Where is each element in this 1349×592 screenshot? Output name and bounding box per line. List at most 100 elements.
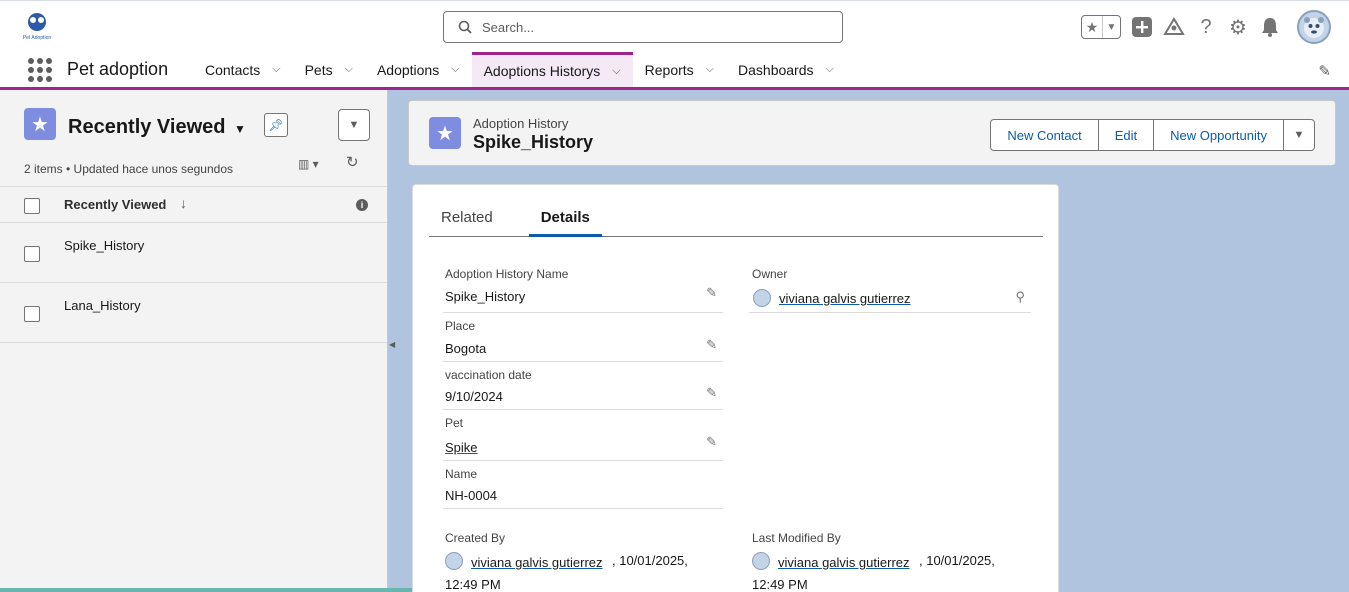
field-value: 9/10/2024 — [445, 389, 503, 404]
edit-button[interactable]: Edit — [1097, 119, 1155, 151]
list-item[interactable]: Spike_History — [0, 223, 387, 283]
list-item[interactable]: Lana_History — [0, 283, 387, 343]
app-name: Pet adoption — [67, 59, 169, 79]
nav-item-pets[interactable]: Pets ⌵ — [293, 52, 365, 87]
list-view-header: ★ Recently Viewed ▼ 📌︎ ▼ 2 items • Updat… — [0, 90, 387, 187]
split-view-list-panel: ★ Recently Viewed ▼ 📌︎ ▼ 2 items • Updat… — [0, 90, 388, 592]
new-opportunity-button[interactable]: New Opportunity — [1153, 119, 1284, 151]
row-checkbox[interactable] — [24, 306, 40, 322]
column-header-label[interactable]: Recently Viewed — [64, 197, 166, 212]
collapse-panel-icon[interactable]: ◀ — [389, 340, 395, 349]
last-modified-time: 12:49 PM — [752, 577, 808, 592]
select-all-checkbox[interactable] — [24, 198, 40, 214]
field-value: NH-0004 — [445, 488, 498, 503]
created-time: 12:49 PM — [445, 577, 501, 592]
nav-item-label[interactable]: Pets — [305, 62, 333, 78]
record-actions: New Contact Edit New Opportunity ▼ — [990, 119, 1315, 151]
created-by-link[interactable]: viviana galvis gutierrez — [471, 555, 603, 570]
owner-avatar — [753, 289, 771, 307]
list-column-header: Recently Viewed ↓ i — [0, 187, 387, 223]
list-item-label[interactable]: Lana_History — [64, 298, 141, 313]
list-view-controls-dropdown[interactable]: ▼ — [338, 109, 370, 141]
pet-adoption-logo[interactable]: Pet Adoption — [22, 11, 52, 41]
field-label: Owner — [752, 267, 788, 281]
pin-icon[interactable]: 📌︎ — [264, 113, 288, 137]
sort-arrow-down-icon[interactable]: ↓ — [180, 195, 187, 211]
chevron-down-icon[interactable]: ⌵ — [706, 63, 714, 76]
user-avatar[interactable] — [1297, 10, 1331, 44]
nav-item-label[interactable]: Dashboards — [738, 62, 814, 78]
tab-details[interactable]: Details — [528, 203, 602, 237]
pet-link[interactable]: Spike — [445, 440, 478, 455]
field-label: Pet — [445, 416, 464, 430]
nav-item-label[interactable]: Reports — [645, 62, 694, 78]
nav-item-contacts[interactable]: Contacts ⌵ — [193, 52, 293, 87]
tab-related[interactable]: Related — [429, 203, 505, 237]
pencil-icon[interactable]: ✎ — [706, 337, 717, 353]
nav-item-adoptions-historys[interactable]: Adoptions Historys ⌵ — [471, 52, 633, 87]
owner-link[interactable]: viviana galvis gutierrez — [779, 291, 911, 306]
chevron-down-icon[interactable]: ⌵ — [612, 65, 620, 78]
list-item-label[interactable]: Spike_History — [64, 238, 144, 253]
new-contact-button[interactable]: New Contact — [990, 119, 1099, 151]
field-value: Bogota — [445, 341, 487, 356]
bell-icon[interactable] — [1259, 16, 1281, 38]
created-by-avatar — [445, 552, 463, 570]
chevron-down-icon[interactable]: ▼ — [1294, 129, 1305, 141]
nav-item-reports[interactable]: Reports ⌵ — [633, 52, 726, 87]
help-icon[interactable]: ? — [1195, 16, 1217, 38]
chevron-down-icon[interactable]: ⌵ — [826, 63, 834, 76]
chevron-down-icon[interactable]: ⌵ — [272, 63, 280, 76]
nav-item-dashboards[interactable]: Dashboards ⌵ — [726, 52, 846, 87]
field-place: Place Bogota ✎ — [443, 319, 723, 362]
field-pet: Pet Spike ✎ — [443, 416, 723, 461]
caret-down-icon[interactable]: ▼ — [234, 122, 246, 136]
app-navigation-bar: Pet adoption Contacts ⌵ Pets ⌵ Adoptions ⌵ … — [0, 52, 1349, 90]
field-value: Spike_History — [445, 289, 526, 304]
global-header: Pet Adoption Search... ★ ▼ ? ⚙ — [0, 0, 1349, 52]
nav-item-label[interactable]: Contacts — [205, 62, 260, 78]
pencil-icon[interactable]: ✎ — [706, 285, 717, 301]
nav-item-label[interactable]: Adoptions — [377, 62, 439, 78]
list-view-title[interactable]: Recently Viewed — [68, 116, 225, 139]
last-modified-date: , 10/01/2025, — [919, 553, 995, 568]
field-label: Adoption History Name — [445, 267, 569, 281]
change-owner-icon[interactable]: ⚲ — [1015, 289, 1025, 305]
pencil-icon[interactable]: ✎ — [706, 434, 717, 450]
trailhead-icon[interactable] — [1163, 16, 1185, 38]
chevron-down-icon[interactable]: ⌵ — [345, 63, 353, 76]
global-create-icon[interactable] — [1131, 16, 1153, 38]
star-icon: ★ — [429, 117, 461, 149]
last-modified-avatar — [752, 552, 770, 570]
refresh-icon[interactable]: ↻ — [346, 153, 359, 171]
record-object-type: Adoption History — [473, 116, 569, 131]
chevron-down-icon[interactable]: ⌵ — [451, 63, 459, 76]
display-as-table-icon[interactable]: ▥ ▾ — [298, 157, 319, 171]
field-owner: Owner viviana galvis gutierrez ⚲ — [749, 267, 1031, 313]
nav-item-adoptions[interactable]: Adoptions ⌵ — [365, 52, 472, 87]
svg-text:Pet Adoption: Pet Adoption — [23, 35, 52, 41]
field-label: Name — [445, 467, 478, 481]
field-label: vaccination date — [445, 368, 532, 382]
global-search-input[interactable]: Search... — [443, 11, 843, 43]
star-icon[interactable]: ★ — [1082, 16, 1102, 38]
pencil-icon[interactable]: ✎ — [1318, 62, 1331, 80]
record-highlights-panel: ★ Adoption History Spike_History New Con… — [408, 100, 1336, 166]
chevron-down-icon[interactable]: ▼ — [1102, 16, 1120, 38]
pencil-icon[interactable]: ✎ — [706, 385, 717, 401]
record-title: Spike_History — [473, 132, 594, 152]
info-icon[interactable]: i — [356, 199, 368, 211]
list-view-meta: 2 items • Updated hace unos segundos — [24, 162, 234, 176]
record-detail-card: Related Details Adoption History Name Sp… — [412, 184, 1059, 592]
more-actions-dropdown[interactable]: ▼ — [1283, 119, 1315, 151]
row-checkbox[interactable] — [24, 246, 40, 262]
record-tabs: Related Details — [429, 203, 1043, 237]
last-modified-link[interactable]: viviana galvis gutierrez — [778, 555, 910, 570]
field-label: Place — [445, 319, 476, 333]
gear-icon[interactable]: ⚙ — [1227, 16, 1249, 39]
favorites-button-group[interactable]: ★ ▼ — [1081, 15, 1121, 39]
loading-progress-strip — [0, 588, 452, 592]
nav-item-label[interactable]: Adoptions Historys — [484, 63, 601, 79]
created-by-label: Created By — [445, 531, 506, 545]
app-launcher-icon[interactable] — [28, 58, 52, 82]
